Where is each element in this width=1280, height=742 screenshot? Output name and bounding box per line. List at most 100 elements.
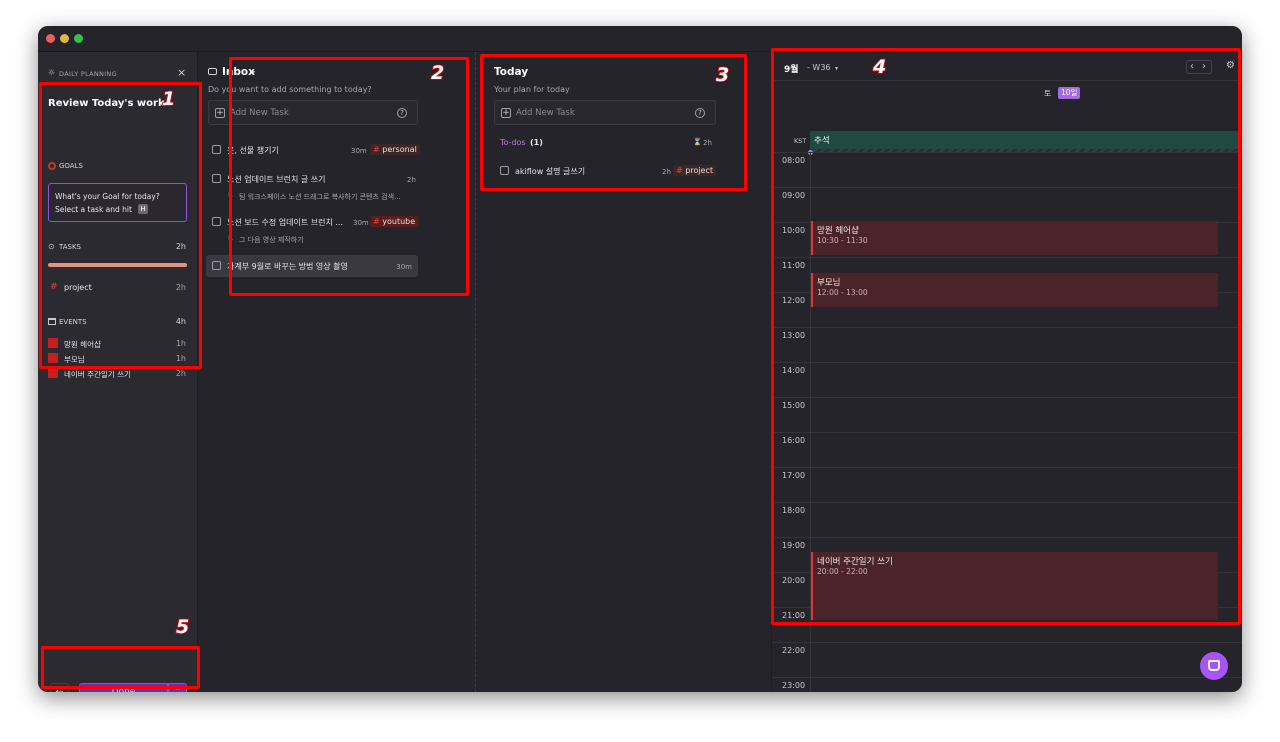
help-icon[interactable]: ? (397, 108, 407, 118)
hour-row[interactable]: 18:00 (772, 502, 1242, 537)
hour-row[interactable]: 09:00 (772, 187, 1242, 222)
hour-label: 21:00 (782, 611, 806, 620)
hour-row[interactable]: 23:00 (772, 677, 1242, 692)
hour-label: 15:00 (782, 401, 806, 410)
event-duration: 1h (175, 354, 186, 363)
event-name: 망원 헤어샵 (64, 340, 101, 349)
minimize-window-button[interactable] (60, 34, 69, 43)
events-label: EVENTS (59, 318, 87, 326)
task-title: akiflow 설명 글쓰기 (515, 167, 586, 176)
week-nav: ‹ › (1186, 60, 1212, 74)
chevron-left-icon[interactable]: ‹ (1190, 61, 1194, 72)
hour-label: 23:00 (782, 681, 806, 690)
hour-row[interactable]: 22:00 (772, 642, 1242, 677)
hour-label: 09:00 (782, 191, 806, 200)
subtask-arrow-icon: ↳ (227, 234, 234, 243)
hour-row[interactable]: 15:00 (772, 397, 1242, 432)
hour-label: 13:00 (782, 331, 806, 340)
done-button[interactable]: Done (79, 683, 168, 692)
hour-label: 20:00 (782, 576, 806, 585)
event-color-swatch (48, 338, 58, 348)
event-time: 12:00 - 13:00 (817, 288, 868, 297)
task-duration: 30m (396, 263, 412, 271)
task-duration: 30m (353, 219, 369, 227)
annotation-number-5: 5 (175, 615, 190, 639)
task-note: 그 다음 영상 제작하기 (239, 236, 304, 244)
inbox-add-task-input[interactable]: + Add New Task ? (208, 100, 418, 125)
allday-event-title: 추석 (814, 136, 830, 146)
task-checkbox[interactable] (212, 217, 221, 226)
calendar-event[interactable]: 네이버 주간일기 쓰기 20:00 - 22:00 (811, 552, 1218, 620)
hour-row[interactable]: 13:00 (772, 327, 1242, 362)
today-subtitle: Your plan for today (494, 85, 570, 94)
close-window-button[interactable] (46, 34, 55, 43)
chevron-down-icon[interactable]: ▾ (252, 69, 255, 76)
event-time: 20:00 - 22:00 (817, 567, 868, 576)
chat-support-button[interactable] (1200, 652, 1228, 680)
tasks-progress-bar (48, 263, 187, 267)
chevron-right-icon[interactable]: › (1202, 61, 1206, 72)
task-tag[interactable]: # personal (370, 144, 420, 155)
event-duration: 2h (175, 369, 186, 378)
inbox-subtitle: Do you want to add something to today? (208, 85, 372, 94)
add-task-placeholder: Add New Task (230, 108, 289, 118)
task-checkbox[interactable] (212, 145, 221, 154)
calendar-event[interactable]: 망원 헤어샵 10:30 - 11:30 (811, 221, 1218, 255)
task-duration: 30m (351, 147, 367, 155)
hour-label: 19:00 (782, 541, 806, 550)
allday-event[interactable]: 추석 (810, 131, 1242, 149)
gear-icon[interactable]: ⚙ (1226, 60, 1235, 71)
back-arrow-button[interactable]: ← (50, 683, 69, 692)
hour-row[interactable]: 17:00 (772, 467, 1242, 502)
today-add-task-input[interactable]: + Add New Task ? (494, 100, 716, 125)
task-category-name: project (64, 283, 92, 292)
task-title: 노션 업데이트 브런치 글 쓰기 (227, 175, 326, 184)
hour-label: 10:00 (782, 226, 806, 235)
todos-duration: 2h (703, 139, 712, 147)
chevron-down-icon[interactable]: ▾ (835, 65, 838, 72)
events-total: 4h (175, 317, 186, 326)
task-checkbox[interactable] (212, 261, 221, 270)
goal-prompt-line2: Select a task and hit (55, 205, 132, 214)
plus-icon: + (501, 108, 511, 118)
task-title: 옷, 선물 챙기기 (227, 146, 279, 155)
title-bar (38, 26, 1242, 52)
close-icon[interactable]: × (177, 66, 186, 79)
hour-row[interactable]: 14:00 (772, 362, 1242, 397)
today-title: Today (494, 66, 529, 78)
shortcut-key: H (138, 204, 148, 214)
day-badge[interactable]: 10일 (1058, 87, 1081, 99)
calendar-month[interactable]: 9월 (784, 62, 799, 75)
task-note: 팀 워크스페이스 노션 드래그로 복사하기 콘텐츠 검색... (239, 193, 401, 201)
task-duration: 2h (662, 168, 671, 176)
todos-label[interactable]: To-dos (500, 138, 526, 147)
event-title: 네이버 주간일기 쓰기 (817, 557, 893, 567)
goal-input[interactable]: What's your Goal for today? Select a tas… (48, 183, 187, 222)
help-icon[interactable]: ? (695, 108, 705, 118)
task-tag[interactable]: # project (673, 165, 717, 176)
maximize-window-button[interactable] (74, 34, 83, 43)
inbox-task-item[interactable]: 가계부 9월로 바꾸는 방법 영상 촬영 30m (206, 255, 418, 277)
task-checkbox[interactable] (212, 174, 221, 183)
annotation-number-1: 1 (161, 87, 176, 111)
hour-label: 12:00 (782, 296, 806, 305)
task-title: 가계부 9월로 바꾸는 방법 영상 촬영 (227, 262, 348, 271)
task-checkbox[interactable] (500, 166, 509, 175)
tasks-total: 2h (175, 242, 186, 251)
hour-row[interactable]: 16:00 (772, 432, 1242, 467)
tasks-label: TASKS (59, 243, 81, 251)
task-title: 노션 보드 수정 업데이트 브런치 ... (227, 218, 344, 227)
inbox-icon (208, 68, 217, 75)
hour-label: 14:00 (782, 366, 806, 375)
inbox-title[interactable]: Inbox (222, 66, 255, 78)
hour-label: 08:00 (782, 156, 806, 165)
hour-row[interactable]: 08:00 (772, 152, 1242, 187)
chevron-up-icon[interactable]: ⌃ (168, 683, 187, 692)
todos-count: (1) (530, 138, 543, 147)
plus-icon: + (215, 108, 225, 118)
review-title: Review Today's work (48, 98, 165, 109)
calendar-week[interactable]: - W36 (807, 63, 831, 72)
task-tag[interactable]: # youtube (370, 216, 419, 227)
calendar-event[interactable]: 부모님 12:00 - 13:00 (811, 273, 1218, 307)
subtask-arrow-icon: ↳ (227, 191, 234, 200)
